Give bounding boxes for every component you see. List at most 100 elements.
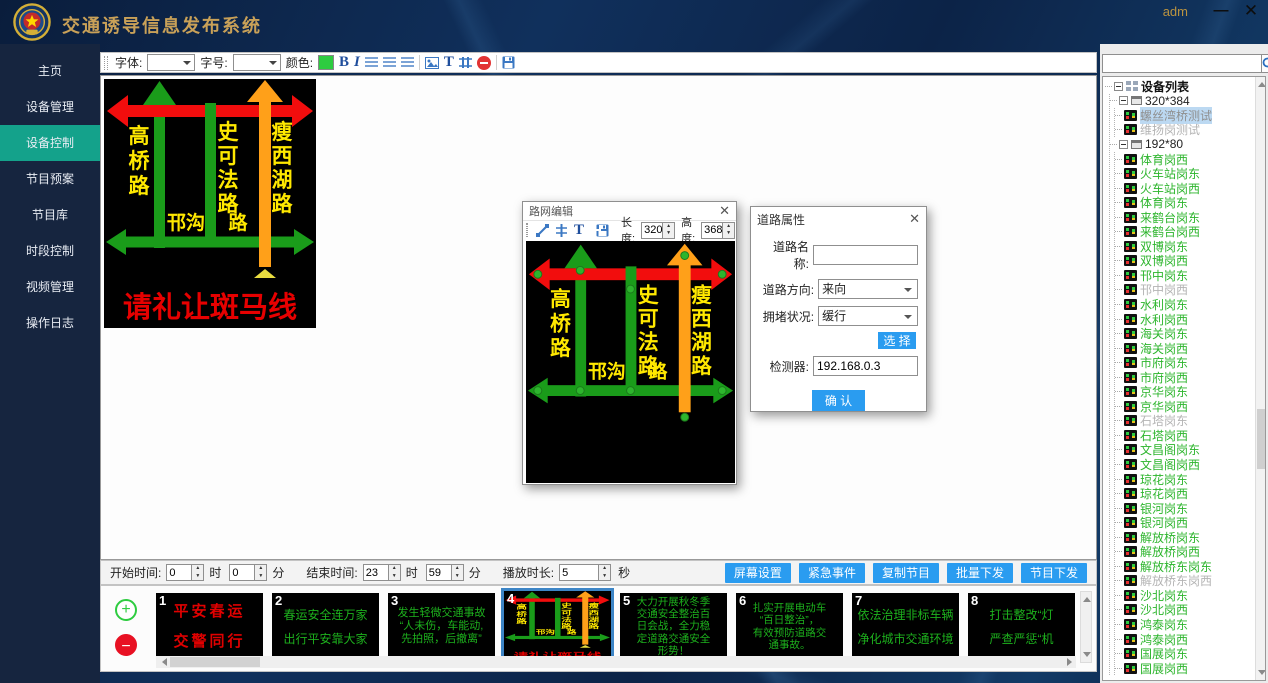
text-tool-button[interactable]: T — [574, 222, 584, 239]
font-family-select[interactable] — [147, 54, 195, 71]
device-search-input[interactable] — [1102, 54, 1262, 73]
program-thumbnail-3[interactable]: 3发生轻微交通事故“人未伤，车能动,先拍照，后撤离” — [388, 593, 495, 660]
tree-scrollbar[interactable] — [1255, 77, 1265, 680]
length-input[interactable] — [641, 222, 663, 239]
align-right-icon[interactable] — [401, 57, 414, 68]
svg-text:路: 路 — [589, 622, 600, 630]
start-minute-stepper[interactable]: ▲▼ — [229, 564, 267, 581]
sidebar-item-节目预案[interactable]: 节目预案 — [0, 161, 100, 197]
collapse-icon[interactable] — [1114, 82, 1123, 91]
start-minute-input[interactable] — [229, 564, 255, 581]
action-button-批量下发[interactable]: 批量下发 — [947, 563, 1013, 583]
traffic-light-icon — [1124, 401, 1137, 412]
duration-input[interactable] — [559, 564, 599, 581]
end-hour-input[interactable] — [363, 564, 389, 581]
select-button[interactable]: 选 择 — [878, 332, 916, 349]
collapse-icon[interactable] — [1119, 140, 1128, 149]
tree-device-维扬岗测试[interactable]: 维扬岗测试 — [1115, 123, 1254, 138]
program-thumbnail-7[interactable]: 7依法治理非标车辆净化城市交通环境 — [852, 593, 959, 660]
search-button[interactable] — [1262, 54, 1268, 73]
device-tree: 设备列表320*384螺丝湾桥测试维扬岗测试192*80体育岗西火车站岗东火车站… — [1102, 76, 1266, 681]
move-node-icon[interactable] — [555, 224, 568, 237]
confirm-button[interactable]: 确 认 — [812, 390, 865, 411]
start-hour-input[interactable] — [166, 564, 192, 581]
end-hour-stepper[interactable]: ▲▼ — [363, 564, 401, 581]
program-number: 8 — [971, 593, 978, 608]
action-button-紧急事件[interactable]: 紧急事件 — [799, 563, 865, 583]
font-label: 字体: — [115, 54, 142, 71]
schedule-bar: 开始时间: ▲▼ 时 ▲▼ 分 结束时间: ▲▼ 时 ▲▼ 分 — [100, 560, 1097, 585]
align-center-icon[interactable] — [383, 57, 396, 68]
sidebar-item-设备管理[interactable]: 设备管理 — [0, 89, 100, 125]
sidebar-item-主页[interactable]: 主页 — [0, 53, 100, 89]
program-thumbnail-5[interactable]: 5大力开展秋冬季交通安全整治百日会战，全力稳定道路交通安全形势！ — [620, 593, 727, 660]
program-thumbnail-8[interactable]: 8打击整改“灯严查严惩“机 — [968, 593, 1075, 660]
road-direction-select[interactable]: 来向 — [818, 279, 918, 299]
program-thumbnail-4[interactable]: 4高桥路史可法路瘦西湖路邗沟路请礼让斑马线 — [504, 591, 611, 662]
bold-button[interactable]: B — [339, 54, 349, 71]
road-direction-label: 道路方向: — [759, 281, 814, 298]
close-button[interactable]: ✕ — [1240, 0, 1262, 22]
traffic-light-icon — [1124, 488, 1137, 499]
congestion-select[interactable]: 缓行 — [818, 306, 918, 326]
traffic-light-icon — [1124, 212, 1137, 223]
svg-text:可: 可 — [218, 144, 239, 168]
svg-text:湖: 湖 — [589, 616, 600, 624]
sidebar-item-视频管理[interactable]: 视频管理 — [0, 269, 100, 305]
program-thumbnail-1[interactable]: 1平安春运交警同行 — [156, 593, 263, 660]
action-button-节目下发[interactable]: 节目下发 — [1021, 563, 1087, 583]
svg-text:路: 路 — [649, 361, 668, 383]
italic-button[interactable]: I — [354, 54, 360, 71]
sign-preview[interactable]: 高桥路史可法路瘦西湖路邗沟路请礼让斑马线 — [104, 79, 316, 328]
detector-label: 检测器: — [759, 358, 809, 375]
end-minute-input[interactable] — [426, 564, 452, 581]
sidebar-item-设备控制[interactable]: 设备控制 — [0, 125, 100, 161]
svg-text:路: 路 — [516, 617, 527, 625]
color-swatch[interactable] — [318, 55, 334, 70]
detector-input[interactable] — [813, 356, 918, 376]
sidebar-item-节目库[interactable]: 节目库 — [0, 197, 100, 233]
add-program-button[interactable]: + — [115, 599, 137, 621]
scrollbar-thumb[interactable] — [1257, 409, 1265, 469]
height-stepper[interactable]: ▲▼ — [701, 222, 735, 239]
road-name-input[interactable] — [813, 245, 918, 265]
length-stepper[interactable]: ▲▼ — [641, 222, 675, 239]
traffic-light-icon — [1124, 590, 1137, 601]
road-network-icon[interactable] — [459, 56, 472, 69]
program-number: 3 — [391, 593, 398, 608]
sidebar-item-操作日志[interactable]: 操作日志 — [0, 305, 100, 341]
forbid-icon[interactable] — [477, 56, 491, 70]
close-icon[interactable]: ✕ — [719, 203, 730, 219]
font-size-select[interactable] — [233, 54, 281, 71]
program-thumbnail-2[interactable]: 2春运安全连万家出行平安靠大家 — [272, 593, 379, 660]
save-icon[interactable] — [502, 56, 515, 69]
tree-root-device-list[interactable]: 设备列表 — [1105, 79, 1254, 94]
design-canvas[interactable]: 高桥路史可法路瘦西湖路邗沟路请礼让斑马线 路网编辑 ✕ T — [100, 75, 1097, 560]
align-left-icon[interactable] — [365, 57, 378, 68]
program-thumbnail-6[interactable]: 6扎实开展电动车“百日整治”，有效预防道路交通事故。 — [736, 593, 843, 660]
sidebar-item-时段控制[interactable]: 时段控制 — [0, 233, 100, 269]
close-icon[interactable]: ✕ — [909, 211, 920, 227]
action-button-屏幕设置[interactable]: 屏幕设置 — [725, 563, 791, 583]
image-icon[interactable] — [425, 57, 439, 69]
traffic-light-icon — [1124, 474, 1137, 485]
end-minute-stepper[interactable]: ▲▼ — [426, 564, 464, 581]
traffic-light-icon — [1124, 197, 1137, 208]
collapse-icon[interactable] — [1119, 96, 1128, 105]
text-tool-button[interactable]: T — [444, 54, 454, 71]
start-hour-stepper[interactable]: ▲▼ — [166, 564, 204, 581]
minimize-button[interactable]: — — [1210, 0, 1232, 22]
svg-text:路: 路 — [691, 354, 712, 378]
scrollbar-thumb[interactable] — [170, 657, 260, 667]
playlist-vertical-scrollbar[interactable] — [1080, 591, 1092, 663]
action-button-复制节目[interactable]: 复制节目 — [873, 563, 939, 583]
playlist-horizontal-scrollbar[interactable] — [156, 656, 1076, 668]
minute-unit: 分 — [469, 564, 481, 581]
draw-line-icon[interactable] — [536, 224, 549, 237]
tree-device-国展岗西[interactable]: 国展岗西 — [1115, 661, 1254, 676]
road-network-canvas[interactable]: 高桥路史可法路瘦西湖路邗沟路 — [526, 241, 735, 483]
traffic-light-icon — [1124, 372, 1137, 383]
remove-program-button[interactable]: − — [115, 634, 137, 656]
height-input[interactable] — [701, 222, 723, 239]
duration-stepper[interactable]: ▲▼ — [559, 564, 613, 581]
